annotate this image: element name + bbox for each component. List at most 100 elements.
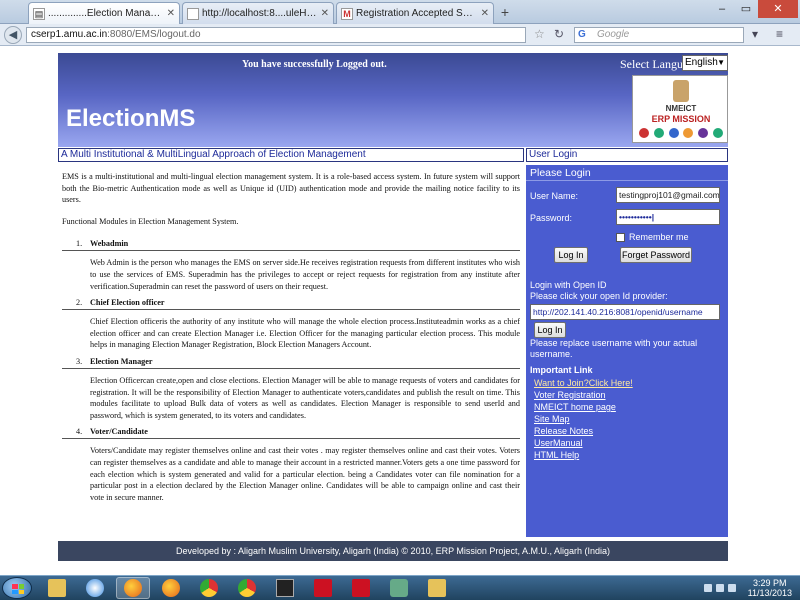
maximize-button[interactable]: ▭ (734, 0, 758, 18)
clock-time: 3:29 PM (753, 578, 787, 588)
taskbar-chrome-icon[interactable] (192, 577, 226, 599)
page-footer: Developed by : Aligarh Muslim University… (58, 541, 728, 561)
nmeict-logo: NMEICT ERP MISSION (632, 75, 728, 143)
tray-volume-icon[interactable] (728, 584, 736, 592)
taskbar: 3:29 PM 11/13/2013 (0, 575, 800, 600)
html-help-link[interactable]: HTML Help (534, 449, 633, 461)
tab-registration-accepted[interactable]: M Registration Accepted Successfully fr.… (336, 2, 494, 24)
module-title: 2. Chief Election officer (62, 296, 520, 311)
back-arrow-icon[interactable]: ◀ (4, 25, 22, 44)
minimize-button[interactable]: – (710, 0, 734, 18)
taskbar-pdf-icon[interactable] (306, 577, 340, 599)
tagline-bar: A Multi Institutional & MultiLingual App… (58, 148, 524, 162)
taskbar-chrome-2-icon[interactable] (230, 577, 264, 599)
url-path: :8080/EMS/logout.do (107, 29, 201, 40)
logo-text-nmeict: NMEICT (665, 104, 697, 113)
user-login-header: User Login (526, 148, 728, 162)
module-description: Voters/Candidate may register themselves… (90, 446, 520, 502)
tab-label: Registration Accepted Successfully fr... (356, 8, 478, 19)
voter-registration-link[interactable]: Voter Registration (534, 389, 633, 401)
important-links-title: Important Link (530, 365, 593, 375)
web-page: You have successfully Logged out. Select… (0, 47, 800, 575)
search-input[interactable]: G Google (574, 27, 744, 43)
module-item: 1. Webadmin Web Admin is the person who m… (62, 237, 520, 294)
search-placeholder: Google (597, 29, 630, 40)
ems-container: You have successfully Logged out. Select… (58, 53, 728, 563)
tab-label: http://localhost:8....uleHelp/index.html (202, 8, 318, 19)
refresh-icon[interactable]: ↻ (554, 27, 564, 41)
remember-me-checkbox[interactable] (616, 233, 625, 242)
login-button[interactable]: Log In (554, 247, 588, 263)
windows-logo-icon (12, 584, 24, 594)
menu-icon[interactable]: ≡ (776, 27, 783, 41)
module-title-text: Election Manager (90, 356, 153, 366)
module-number: 1. (76, 239, 83, 249)
taskbar-terminal-icon[interactable] (268, 577, 302, 599)
tray-up-arrow-icon[interactable] (704, 584, 712, 592)
openid-title: Login with Open ID (530, 280, 607, 290)
tab-label: ..............Election Managment System.… (48, 8, 164, 19)
system-tray: 3:29 PM 11/13/2013 (700, 576, 800, 600)
openid-field[interactable]: http://202.141.40.216:8081/openid/userna… (530, 304, 720, 320)
forget-password-button[interactable]: Forget Password (620, 247, 692, 263)
main-content: EMS is a multi-institutional and multi-l… (58, 165, 524, 537)
module-description: Chief Election officeris the authority o… (90, 317, 520, 350)
tab-module-help[interactable]: http://localhost:8....uleHelp/index.html… (182, 2, 334, 24)
taskbar-network-icon[interactable] (382, 577, 416, 599)
taskbar-firefox-2-icon[interactable] (154, 577, 188, 599)
remember-me-label: Remember me (629, 232, 689, 242)
taskbar-media-player-icon[interactable] (78, 577, 112, 599)
modules-list: 1. Webadmin Web Admin is the person who m… (62, 237, 520, 505)
close-window-button[interactable]: ✕ (758, 0, 798, 18)
taskbar-folder-icon[interactable] (420, 577, 454, 599)
module-title: 1. Webadmin (62, 237, 520, 252)
module-item: 4. Voter/Candidate Voters/Candidate may r… (62, 425, 520, 505)
module-number: 2. (76, 298, 83, 308)
url-host: cserp1.amu.ac.in (31, 29, 108, 40)
taskbar-pdf-2-icon[interactable] (344, 577, 378, 599)
close-tab-icon[interactable]: ✕ (167, 8, 175, 19)
module-title-text: Chief Election officer (90, 298, 165, 308)
join-link[interactable]: Want to Join?Click Here! (534, 377, 633, 389)
brand-title: ElectionMS (66, 105, 196, 132)
browser-tab-strip: ▤ ..............Election Managment Syste… (0, 0, 800, 24)
blank-page-icon (187, 7, 199, 20)
modules-heading: Functional Modules in Election Managemen… (62, 216, 239, 226)
taskbar-explorer-icon[interactable] (40, 577, 74, 599)
bookmark-star-icon[interactable]: ☆ (534, 27, 545, 41)
tab-election-managment[interactable]: ▤ ..............Election Managment Syste… (28, 2, 180, 24)
login-panel: Please Login User Name: testingproj101@g… (526, 165, 728, 537)
start-button[interactable] (2, 577, 32, 599)
password-label: Password: (530, 213, 573, 223)
taskbar-firefox-icon[interactable] (116, 577, 150, 599)
password-field[interactable]: •••••••••••| (616, 209, 720, 225)
chevron-down-icon: ▼ (717, 58, 725, 67)
user-manual-link[interactable]: UserManual (534, 437, 633, 449)
openid-login-button[interactable]: Log In (534, 322, 566, 338)
language-value: English (685, 57, 718, 68)
emblem-icon (673, 80, 689, 102)
module-number: 4. (76, 427, 83, 437)
site-map-link[interactable]: Site Map (534, 413, 633, 425)
username-field[interactable]: testingproj101@gmail.com (616, 187, 720, 203)
module-description: Election Officercan create,open and clos… (90, 375, 520, 420)
gmail-icon: M (341, 7, 353, 20)
google-icon: G (578, 29, 586, 40)
language-select[interactable]: English ▼ (682, 55, 728, 71)
clock[interactable]: 3:29 PM 11/13/2013 (748, 578, 792, 598)
close-tab-icon[interactable]: ✕ (481, 8, 489, 19)
new-tab-button[interactable]: + (496, 4, 514, 22)
nmeict-home-link[interactable]: NMEICT home page (534, 401, 633, 413)
module-item: 3. Election Manager Election Officercan c… (62, 355, 520, 423)
downloads-icon[interactable]: ▾ (752, 27, 758, 41)
clock-date: 11/13/2013 (747, 588, 792, 598)
module-title: 4. Voter/Candidate (62, 425, 520, 440)
close-tab-icon[interactable]: ✕ (321, 8, 329, 19)
address-bar[interactable]: cserp1.amu.ac.in:8080/EMS/logout.do (26, 27, 526, 43)
module-description: Web Admin is the person who manages the … (90, 258, 520, 291)
logout-message: You have successfully Logged out. (242, 59, 387, 70)
tray-network-icon[interactable] (716, 584, 724, 592)
logo-badges (639, 128, 723, 140)
login-title: Please Login (526, 165, 728, 181)
release-notes-link[interactable]: Release Notes (534, 425, 633, 437)
